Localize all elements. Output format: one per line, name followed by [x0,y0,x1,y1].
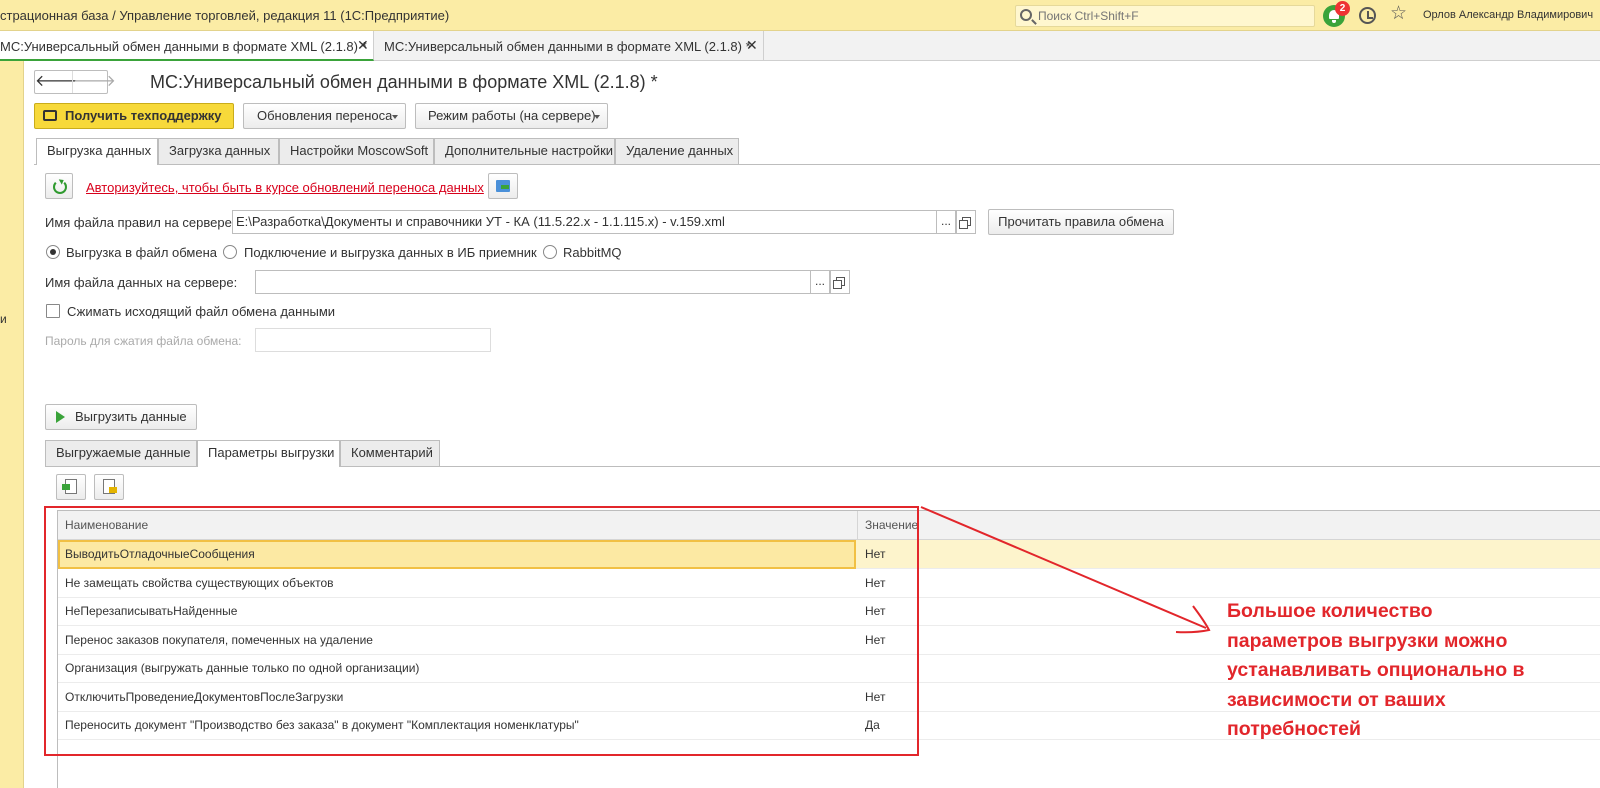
title-bar: страционная база / Управление торговлей,… [0,0,1600,31]
forward-arrow-icon[interactable]: 🡒 [72,71,116,93]
favorites-star-icon[interactable]: ☆ [1390,3,1407,25]
annotation-note: Большое количество параметров выгрузки м… [1227,597,1587,745]
compress-label[interactable]: Сжимать исходящий файл обмена данными [67,304,335,319]
open-icon [959,217,971,229]
work-mode-dropdown[interactable]: Режим работы (на сервере) [415,103,608,129]
window-tab-label: МС:Универсальный обмен данными в формате… [0,39,367,54]
back-arrow-icon[interactable]: 🡐 [35,71,78,93]
play-icon [56,411,65,423]
send-mail-button[interactable] [488,173,518,199]
rules-file-open-button[interactable] [956,210,976,234]
compress-checkbox[interactable] [46,304,60,318]
radio-connect-export-label[interactable]: Подключение и выгрузка данных в ИБ прием… [244,245,537,260]
annotation-line: зависимости от ваших [1227,688,1446,711]
annotation-line: потребностей [1227,718,1361,740]
notification-count-badge: 2 [1335,1,1350,16]
annotation-line: устанавливать опционально в [1227,659,1525,681]
tab-export[interactable]: Выгрузка данных [36,138,158,165]
annotation-highlight-box [44,506,919,756]
subtab-exported-data[interactable]: Выгружаемые данные [45,440,197,466]
chat-icon [43,110,57,121]
password-input[interactable] [255,328,491,352]
radio-rabbitmq[interactable] [543,245,557,259]
sidebar-fragment[interactable]: и [0,312,7,326]
refresh-button[interactable] [45,173,73,199]
auth-link[interactable]: Авторизуйтесь, чтобы быть в курсе обновл… [86,180,484,195]
tabs-baseline [34,164,1600,165]
transfer-updates-dropdown[interactable]: Обновления переноса [243,103,406,129]
window-tab-label: МС:Универсальный обмен данными в формате… [384,39,751,54]
window-tab-1[interactable]: МС:Универсальный обмен данными в формате… [0,31,374,61]
radio-rabbitmq-label[interactable]: RabbitMQ [563,245,622,260]
tab-delete-data[interactable]: Удаление данных [615,138,739,164]
load-params-button[interactable] [56,474,86,500]
radio-connect-export[interactable] [223,245,237,259]
search-icon [1020,9,1032,21]
save-document-icon [103,479,117,494]
data-file-label: Имя файла данных на сервере: [45,275,238,290]
password-label: Пароль для сжатия файла обмена: [45,334,242,348]
rules-file-choose-button[interactable]: ... [936,210,956,234]
window-tabs: МС:Универсальный обмен данными в формате… [0,31,1600,61]
global-search[interactable] [1015,5,1315,27]
sidebar-panel: и [0,61,24,788]
page-title: МС:Универсальный обмен данными в формате… [150,72,658,92]
radio-export-file-label[interactable]: Выгрузка в файл обмена [66,245,217,260]
rules-file-label: Имя файла правил на сервере: [45,215,236,230]
annotation-line: параметров выгрузки можно [1227,629,1508,652]
rules-file-input[interactable]: E:\Разработка\Документы и справочники УТ… [232,210,937,234]
subtab-export-params[interactable]: Параметры выгрузки [197,440,340,467]
tab-additional-settings[interactable]: Дополнительные настройки [434,138,615,164]
export-data-button[interactable]: Выгрузить данные [45,404,197,430]
subtab-comment[interactable]: Комментарий [340,440,440,466]
open-icon [833,277,845,289]
save-params-button[interactable] [94,474,124,500]
history-icon[interactable] [1359,7,1376,24]
search-input[interactable] [1038,8,1308,24]
tab-import[interactable]: Загрузка данных [158,138,279,164]
read-rules-button[interactable]: Прочитать правила обмена [988,209,1174,235]
close-icon[interactable]: ✕ [746,37,758,54]
data-file-input[interactable] [255,270,811,294]
load-document-icon [62,479,77,494]
data-file-open-button[interactable] [830,270,850,294]
close-icon[interactable]: ✕ [357,37,369,54]
tab-moscowsoft-settings[interactable]: Настройки MoscowSoft [279,138,434,164]
app-title: страционная база / Управление торговлей,… [0,8,450,23]
user-name[interactable]: Орлов Александр Владимирович [1423,9,1593,21]
get-support-button[interactable]: Получить техподдержку [34,103,234,129]
window-tab-2[interactable]: МС:Универсальный обмен данными в формате… [374,31,764,61]
data-file-choose-button[interactable]: ... [810,270,830,294]
radio-export-file[interactable] [46,245,60,259]
nav-buttons: 🡐 🡒 [34,70,116,94]
annotation-line: Большое количество [1227,600,1433,622]
